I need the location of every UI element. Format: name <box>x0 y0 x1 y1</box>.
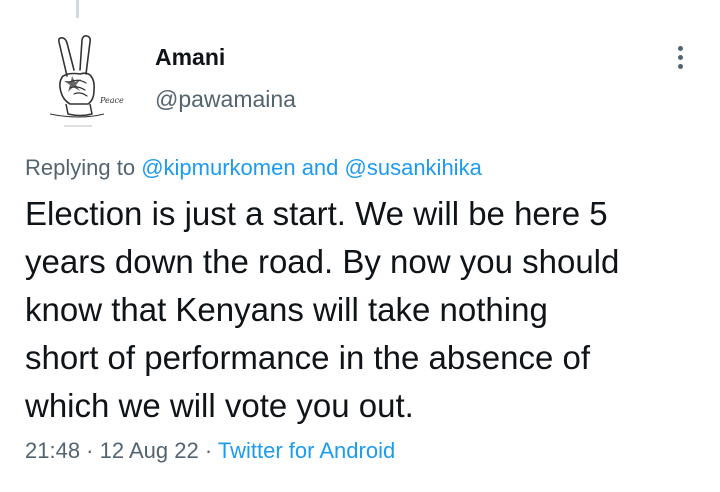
more-options-button[interactable] <box>666 40 694 74</box>
author-name[interactable]: Amani <box>155 44 225 71</box>
tweet-line: years down the road. By now you should <box>25 243 620 280</box>
more-options-dot <box>677 63 683 69</box>
meta-separator: · <box>198 438 218 463</box>
more-options-icon <box>677 45 683 51</box>
author-handle[interactable]: @pawamaina <box>155 86 296 113</box>
mention-link-2[interactable]: @susankihika <box>345 155 482 180</box>
tweet-line: short of performance in the absence of <box>25 339 590 376</box>
tweet-line: which we will vote you out. <box>25 387 414 424</box>
tweet-metadata: 21:48 · 12 Aug 22 · Twitter for Android <box>25 438 395 464</box>
thread-connector-line <box>76 0 79 18</box>
tweet-text: Election is just a start. We will be her… <box>25 190 705 430</box>
meta-separator: · <box>80 438 100 463</box>
avatar-caption: Peace <box>99 96 124 105</box>
tweet-line: know that Kenyans will take nothing <box>25 291 548 328</box>
tweet-date[interactable]: 12 Aug 22 <box>100 438 199 463</box>
replying-to: Replying to @kipmurkomen and @susankihik… <box>25 155 482 181</box>
peace-hand-icon: Peace <box>49 35 124 127</box>
more-options-dot <box>677 54 683 60</box>
replying-prefix: Replying to <box>25 155 142 180</box>
tweet-source[interactable]: Twitter for Android <box>218 438 395 463</box>
tweet-line: Election is just a start. We will be her… <box>25 195 608 232</box>
tweet-time[interactable]: 21:48 <box>25 438 80 463</box>
avatar[interactable]: Peace <box>30 30 130 130</box>
mention-link-1[interactable]: @kipmurkomen <box>141 155 295 180</box>
mention-conjunction: and <box>295 155 345 180</box>
